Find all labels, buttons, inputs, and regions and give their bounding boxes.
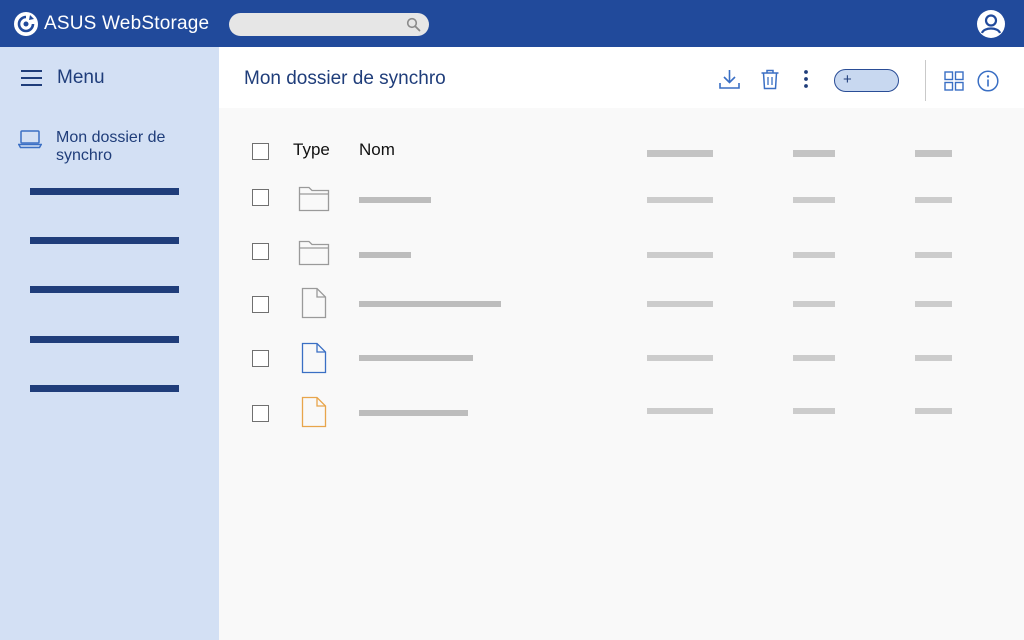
cell-placeholder [915, 355, 952, 361]
cell-placeholder [647, 252, 713, 258]
folder-icon [298, 240, 330, 266]
folder-icon [298, 186, 330, 212]
row-checkbox[interactable] [252, 296, 269, 313]
folder-header: Mon dossier de synchro + [219, 47, 1024, 108]
row-checkbox[interactable] [252, 350, 269, 367]
add-button[interactable]: + [834, 69, 899, 92]
cell-placeholder [915, 252, 952, 258]
asus-webstorage-logo-icon[interactable] [13, 11, 39, 37]
cell-placeholder [915, 408, 952, 414]
select-all-checkbox[interactable] [252, 143, 269, 160]
cell-placeholder [793, 408, 835, 414]
user-account-icon[interactable] [976, 9, 1006, 39]
cell-placeholder [647, 301, 713, 307]
file-name-placeholder[interactable] [359, 252, 411, 258]
file-name-placeholder[interactable] [359, 197, 431, 203]
cell-placeholder [793, 355, 835, 361]
column-header-placeholder[interactable] [647, 150, 713, 157]
column-header-placeholder[interactable] [793, 150, 835, 157]
grid-view-icon[interactable] [944, 71, 964, 91]
column-header-type[interactable]: Type [293, 140, 330, 160]
sidebar-item-sync-folder[interactable]: Mon dossier de synchro [56, 129, 206, 165]
file-icon [301, 287, 327, 319]
search-icon[interactable] [406, 17, 421, 32]
menu-label[interactable]: Menu [57, 67, 105, 89]
cell-placeholder [647, 197, 713, 203]
page-title: Mon dossier de synchro [244, 68, 446, 89]
info-icon[interactable] [977, 70, 999, 92]
sidebar-item[interactable] [30, 286, 179, 293]
row-checkbox[interactable] [252, 189, 269, 206]
cell-placeholder [915, 197, 952, 203]
cell-placeholder [647, 408, 713, 414]
header-divider [925, 60, 926, 101]
top-bar: ASUS WebStorage [0, 0, 1024, 47]
file-name-placeholder[interactable] [359, 301, 501, 307]
sidebar-item[interactable] [30, 237, 179, 244]
cell-placeholder [793, 252, 835, 258]
sidebar: Menu Mon dossier de synchro [0, 47, 219, 640]
laptop-sync-icon[interactable] [18, 129, 42, 149]
trash-icon[interactable] [760, 69, 780, 90]
file-name-placeholder[interactable] [359, 355, 473, 361]
hamburger-menu-icon[interactable] [21, 69, 42, 87]
cell-placeholder [647, 355, 713, 361]
more-options-icon[interactable] [802, 69, 810, 89]
image-file-icon [301, 396, 327, 428]
app-brand: ASUS WebStorage [44, 13, 210, 34]
cell-placeholder [793, 301, 835, 307]
row-checkbox[interactable] [252, 405, 269, 422]
file-name-placeholder[interactable] [359, 410, 468, 416]
sidebar-item[interactable] [30, 188, 179, 195]
column-header-placeholder[interactable] [915, 150, 952, 157]
document-file-icon [301, 342, 327, 374]
sidebar-item[interactable] [30, 385, 179, 392]
column-header-name[interactable]: Nom [359, 140, 395, 160]
sidebar-item[interactable] [30, 336, 179, 343]
download-icon[interactable] [719, 69, 740, 90]
row-checkbox[interactable] [252, 243, 269, 260]
search-input[interactable] [229, 13, 429, 36]
cell-placeholder [793, 197, 835, 203]
cell-placeholder [915, 301, 952, 307]
